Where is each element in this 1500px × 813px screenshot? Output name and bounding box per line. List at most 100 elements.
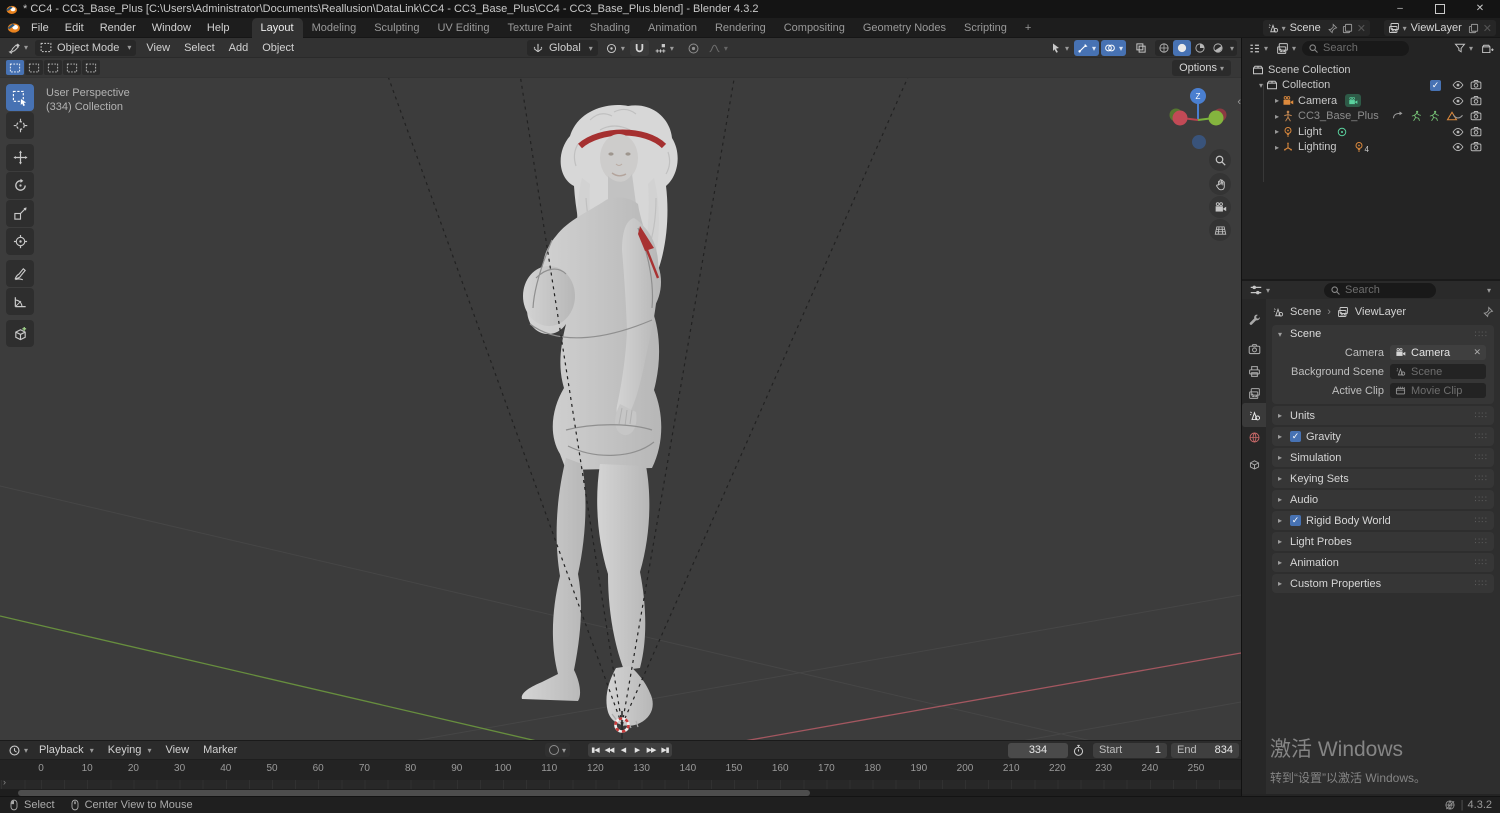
auto-keyframe-toggle[interactable]: ▾ [545, 743, 571, 757]
blender-menu-icon[interactable] [6, 20, 21, 35]
panel-simulation[interactable]: ▸ Simulation ∷∷ [1272, 448, 1494, 467]
shading-solid-button[interactable] [1172, 40, 1191, 56]
tab-compositing[interactable]: Compositing [775, 18, 854, 38]
render-visibility-icon[interactable] [1470, 110, 1482, 122]
panel-custom-properties[interactable]: ▸ Custom Properties ∷∷ [1272, 574, 1494, 593]
xray-toggle[interactable] [1132, 40, 1150, 56]
timeline-ruler[interactable]: 0 10 20 30 40 50 60 70 80 90 100 110 120 130 140 150 160… [0, 759, 1241, 780]
snap-toggle[interactable] [629, 40, 649, 56]
add-workspace-button[interactable]: + [1016, 18, 1040, 38]
tab-sculpting[interactable]: Sculpting [365, 18, 428, 38]
jump-to-start-button[interactable]: ▮◀ [588, 743, 602, 757]
menu-add[interactable]: Add [222, 42, 256, 54]
orthographic-toggle-button[interactable] [1209, 219, 1231, 241]
eye-closed-icon[interactable] [1452, 110, 1464, 122]
tab-render[interactable] [1242, 337, 1266, 361]
breadcrumb-scene[interactable]: Scene [1290, 306, 1321, 318]
disclosure-open-icon[interactable]: ▾ [1256, 81, 1266, 90]
outliner-display-mode-dropdown[interactable]: ▾ [1246, 40, 1270, 56]
outliner-viewlayer-dropdown[interactable]: ▾ [1274, 40, 1298, 56]
panel-keying-sets[interactable]: ▸ Keying Sets ∷∷ [1272, 469, 1494, 488]
tab-view-layer[interactable] [1242, 381, 1266, 405]
tab-scripting[interactable]: Scripting [955, 18, 1016, 38]
tab-modeling[interactable]: Modeling [303, 18, 366, 38]
menu-file[interactable]: File [23, 22, 57, 34]
background-scene-field[interactable]: Scene [1390, 364, 1486, 379]
snap-with-dropdown[interactable]: ▾ [651, 40, 677, 56]
tab-geometry-nodes[interactable]: Geometry Nodes [854, 18, 955, 38]
select-mode-intersect-button[interactable] [82, 60, 100, 75]
scene-selector[interactable]: ▾ Scene ✕ [1262, 20, 1370, 36]
menu-edit[interactable]: Edit [57, 22, 92, 34]
panel-rigid-body-world[interactable]: ▸ ✓ Rigid Body World ∷∷ [1272, 511, 1494, 530]
rigid-body-checkbox[interactable]: ✓ [1290, 515, 1301, 526]
tab-object[interactable] [1242, 452, 1266, 476]
pivot-point-dropdown[interactable]: ▾ [602, 40, 628, 56]
sidebar-toggle[interactable]: ‹ [1237, 96, 1241, 108]
pin-icon[interactable] [1327, 23, 1338, 34]
shading-wireframe-button[interactable] [1155, 40, 1173, 56]
pan-button[interactable] [1209, 173, 1231, 195]
disclosure-closed-icon[interactable]: ▸ [1272, 112, 1282, 121]
properties-search-input[interactable] [1345, 284, 1425, 296]
tab-animation[interactable]: Animation [639, 18, 706, 38]
properties-options-dropdown[interactable]: ▾ [1487, 286, 1491, 295]
navigation-gizmo[interactable]: Z [1163, 86, 1233, 156]
outliner-filter-dropdown[interactable]: ▾ [1452, 40, 1475, 56]
options-dropdown[interactable]: Options ▾ [1172, 60, 1231, 76]
frame-start-field[interactable]: Start 1 [1093, 742, 1167, 758]
eye-icon[interactable] [1452, 126, 1464, 138]
select-mode-extend-button[interactable] [25, 60, 43, 75]
transform-orientation-dropdown[interactable]: Global ▾ [527, 40, 598, 56]
tab-shading[interactable]: Shading [581, 18, 639, 38]
menu-playback[interactable]: Playback ▾ [32, 744, 101, 756]
timeline-editor-type-button[interactable]: ▾ [5, 742, 31, 758]
outliner-row-lighting[interactable]: ▸ Lighting 4 [1242, 140, 1500, 156]
menu-keying[interactable]: Keying ▾ [101, 744, 159, 756]
outliner-row-cc3-base-plus[interactable]: ▸ CC3_Base_Plus [1242, 109, 1500, 125]
use-preview-range-toggle[interactable] [1069, 742, 1088, 758]
outliner-row-scene-collection[interactable]: Scene Collection [1242, 62, 1500, 78]
outliner-row-camera[interactable]: ▸ Camera [1242, 93, 1500, 109]
menu-view-timeline[interactable]: View [158, 744, 196, 756]
outliner-row-collection[interactable]: ▾ Collection ✓ [1242, 78, 1500, 94]
tab-texture-paint[interactable]: Texture Paint [498, 18, 580, 38]
tool-annotate[interactable] [6, 260, 34, 287]
render-visibility-icon[interactable] [1470, 126, 1482, 138]
select-mode-set-button[interactable] [6, 60, 24, 75]
render-visibility-icon[interactable] [1470, 79, 1482, 91]
outliner-search-input[interactable] [1323, 42, 1404, 54]
menu-help[interactable]: Help [199, 22, 238, 34]
tool-add-cube[interactable] [6, 320, 34, 347]
new-scene-icon[interactable] [1342, 23, 1353, 34]
tab-uv-editing[interactable]: UV Editing [428, 18, 498, 38]
menu-render[interactable]: Render [92, 22, 144, 34]
tool-move[interactable] [6, 144, 34, 171]
tool-rotate[interactable] [6, 172, 34, 199]
tab-world[interactable] [1242, 425, 1266, 449]
new-collection-button[interactable] [1479, 40, 1496, 56]
breadcrumb-viewlayer[interactable]: ViewLayer [1355, 306, 1406, 318]
next-keyframe-button[interactable]: ▶▶ [644, 743, 658, 757]
tool-select-box[interactable] [6, 84, 34, 111]
menu-view[interactable]: View [139, 42, 177, 54]
minimize-button[interactable]: – [1380, 0, 1420, 18]
menu-select[interactable]: Select [177, 42, 222, 54]
new-viewlayer-icon[interactable] [1468, 23, 1479, 34]
camera-field[interactable]: Camera ✕ [1390, 345, 1486, 360]
menu-window[interactable]: Window [144, 22, 199, 34]
eye-icon[interactable] [1452, 141, 1464, 153]
eye-icon[interactable] [1452, 79, 1464, 91]
panel-audio[interactable]: ▸ Audio ∷∷ [1272, 490, 1494, 509]
properties-editor-type-button[interactable]: ▾ [1247, 282, 1272, 298]
eye-icon[interactable] [1452, 95, 1464, 107]
pin-icon[interactable] [1482, 306, 1494, 318]
render-visibility-icon[interactable] [1470, 141, 1482, 153]
frame-end-field[interactable]: End 834 [1171, 742, 1239, 758]
tab-output[interactable] [1242, 359, 1266, 383]
region-expand-arrow[interactable]: › [3, 777, 6, 787]
panel-animation[interactable]: ▸ Animation ∷∷ [1272, 553, 1494, 572]
gravity-checkbox[interactable]: ✓ [1290, 431, 1301, 442]
viewlayer-selector[interactable]: ▾ ViewLayer ✕ [1383, 20, 1496, 36]
render-visibility-icon[interactable] [1470, 95, 1482, 107]
